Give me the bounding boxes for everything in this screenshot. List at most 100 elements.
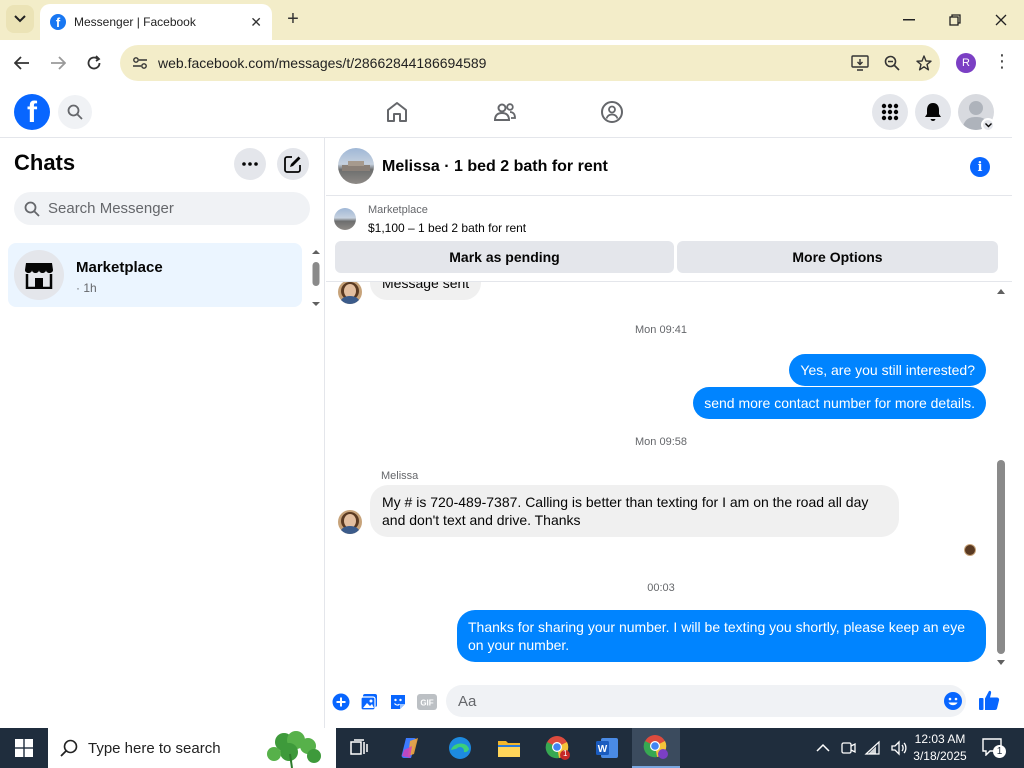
chats-sidebar: Chats Marketplace · 1h — [0, 138, 325, 728]
reload-icon — [87, 55, 101, 70]
chevron-down-icon — [14, 15, 26, 23]
window-close-button[interactable] — [978, 0, 1024, 40]
install-app-icon[interactable] — [844, 55, 876, 71]
chats-title: Chats — [14, 150, 76, 175]
back-button[interactable] — [8, 49, 36, 77]
task-view-icon — [350, 739, 368, 755]
forward-button[interactable] — [44, 49, 72, 77]
facebook-favicon-icon: f — [50, 14, 66, 30]
facebook-search-button[interactable] — [58, 95, 92, 129]
listing-description[interactable]: $1,100 – 1 bed 2 bath for rent — [368, 221, 526, 235]
tab-search-dropdown-button[interactable] — [6, 5, 34, 33]
svg-text:GIF: GIF — [420, 699, 433, 708]
friends-nav-button[interactable] — [491, 98, 519, 126]
outgoing-message-bubble[interactable]: Yes, are you still interested? — [789, 354, 986, 386]
zoom-icon[interactable] — [876, 55, 908, 71]
tab-close-icon[interactable]: ✕ — [250, 14, 262, 31]
search-messenger-box[interactable] — [14, 192, 310, 225]
clock-time: 12:03 AM — [914, 732, 966, 746]
chrome-profile-app-active[interactable] — [632, 728, 680, 768]
system-tray — [810, 728, 908, 768]
incoming-message-bubble[interactable]: Message sent — [370, 282, 482, 300]
mark-as-pending-button[interactable]: Mark as pending — [335, 241, 674, 273]
reload-button[interactable] — [80, 49, 108, 77]
shamrock-decoration-icon — [267, 731, 321, 768]
sticker-button[interactable] — [387, 691, 409, 713]
seen-receipt-avatar — [964, 544, 976, 556]
photo-icon — [360, 694, 377, 711]
taskbar-clock[interactable]: 12:03 AM 3/18/2025 — [908, 731, 972, 765]
listing-thumbnail[interactable] — [334, 208, 356, 230]
word-icon: W — [596, 738, 618, 758]
outgoing-message-bubble[interactable]: send more contact number for more detail… — [693, 387, 986, 419]
chevron-up-icon[interactable] — [816, 743, 830, 753]
word-app[interactable]: W — [587, 732, 627, 764]
network-wifi-icon[interactable] — [864, 740, 882, 756]
account-chevron-down-icon[interactable] — [981, 118, 995, 132]
browser-toolbar: web.facebook.com/messages/t/286628441866… — [0, 40, 1024, 86]
browser-menu-icon[interactable]: ⋮ — [990, 51, 1014, 75]
facebook-logo-icon[interactable]: f — [14, 94, 50, 130]
volume-icon[interactable] — [890, 740, 908, 756]
windows-logo-icon — [15, 739, 33, 757]
new-tab-button[interactable]: + — [282, 8, 304, 30]
conversation-scroll-thumb[interactable] — [997, 460, 1005, 654]
conversation-info-icon[interactable]: i — [970, 157, 990, 177]
chrome-profile-icon — [643, 735, 668, 759]
home-icon — [387, 102, 407, 122]
edge-icon — [449, 737, 471, 759]
thumbs-up-icon — [979, 690, 1000, 710]
conversation-title[interactable]: Melissa · 1 bed 2 bath for rent — [382, 158, 608, 176]
address-bar[interactable]: web.facebook.com/messages/t/286628441866… — [120, 45, 940, 81]
new-message-button[interactable] — [277, 148, 309, 180]
browser-profile-avatar[interactable]: R — [956, 53, 976, 73]
window-restore-button[interactable] — [932, 0, 978, 40]
close-icon — [995, 14, 1007, 26]
chat-list-item[interactable]: Marketplace · 1h — [8, 243, 302, 307]
browser-tab-messenger[interactable]: f Messenger | Facebook ✕ — [40, 4, 272, 40]
search-icon — [67, 104, 83, 120]
plus-circle-icon — [332, 693, 350, 711]
start-button[interactable] — [0, 728, 48, 768]
conversation-avatar[interactable] — [338, 148, 374, 184]
notification-center-button[interactable]: 1 — [982, 738, 1006, 758]
bell-icon — [925, 103, 941, 121]
compose-icon — [284, 156, 301, 173]
file-explorer-app[interactable] — [489, 732, 529, 764]
melissa-avatar[interactable] — [338, 510, 362, 534]
attach-photo-button[interactable] — [358, 691, 380, 713]
task-view-button[interactable] — [340, 732, 380, 764]
search-messenger-input[interactable] — [48, 200, 288, 217]
window-minimize-button[interactable] — [886, 0, 932, 40]
url-text[interactable]: web.facebook.com/messages/t/286628441866… — [158, 55, 844, 71]
sidebar-scrollbar[interactable] — [311, 248, 321, 308]
like-button[interactable] — [978, 689, 1000, 711]
menu-grid-button[interactable] — [872, 94, 908, 130]
site-info-icon[interactable] — [130, 56, 150, 70]
gif-icon: GIF — [417, 694, 437, 710]
home-nav-button[interactable] — [383, 98, 411, 126]
incoming-message-bubble[interactable]: My # is 720-489-7387. Calling is better … — [370, 485, 899, 537]
taskbar-search-box[interactable]: Type here to search — [48, 728, 336, 768]
grid-menu-icon — [881, 103, 899, 121]
notification-count-badge: 1 — [993, 745, 1006, 758]
conversation-scrollbar[interactable] — [994, 284, 1008, 670]
bookmark-star-icon[interactable] — [908, 55, 940, 71]
more-actions-button[interactable] — [330, 691, 352, 713]
outgoing-message-bubble[interactable]: Thanks for sharing your number. I will b… — [457, 610, 986, 662]
composer-input-container[interactable] — [446, 685, 966, 717]
copilot-app[interactable] — [390, 732, 430, 764]
groups-nav-button[interactable] — [598, 98, 626, 126]
emoji-button[interactable] — [942, 690, 964, 712]
gif-button[interactable]: GIF — [416, 691, 438, 713]
chrome-app[interactable]: 1 — [538, 732, 578, 764]
melissa-avatar[interactable] — [338, 282, 362, 304]
meet-now-icon[interactable] — [840, 740, 856, 756]
minimize-icon — [903, 19, 915, 21]
edge-app[interactable] — [440, 732, 480, 764]
message-input[interactable] — [458, 691, 928, 711]
notifications-button[interactable] — [915, 94, 951, 130]
chats-options-button[interactable] — [234, 148, 266, 180]
more-options-button[interactable]: More Options — [677, 241, 998, 273]
folder-icon — [498, 741, 520, 757]
